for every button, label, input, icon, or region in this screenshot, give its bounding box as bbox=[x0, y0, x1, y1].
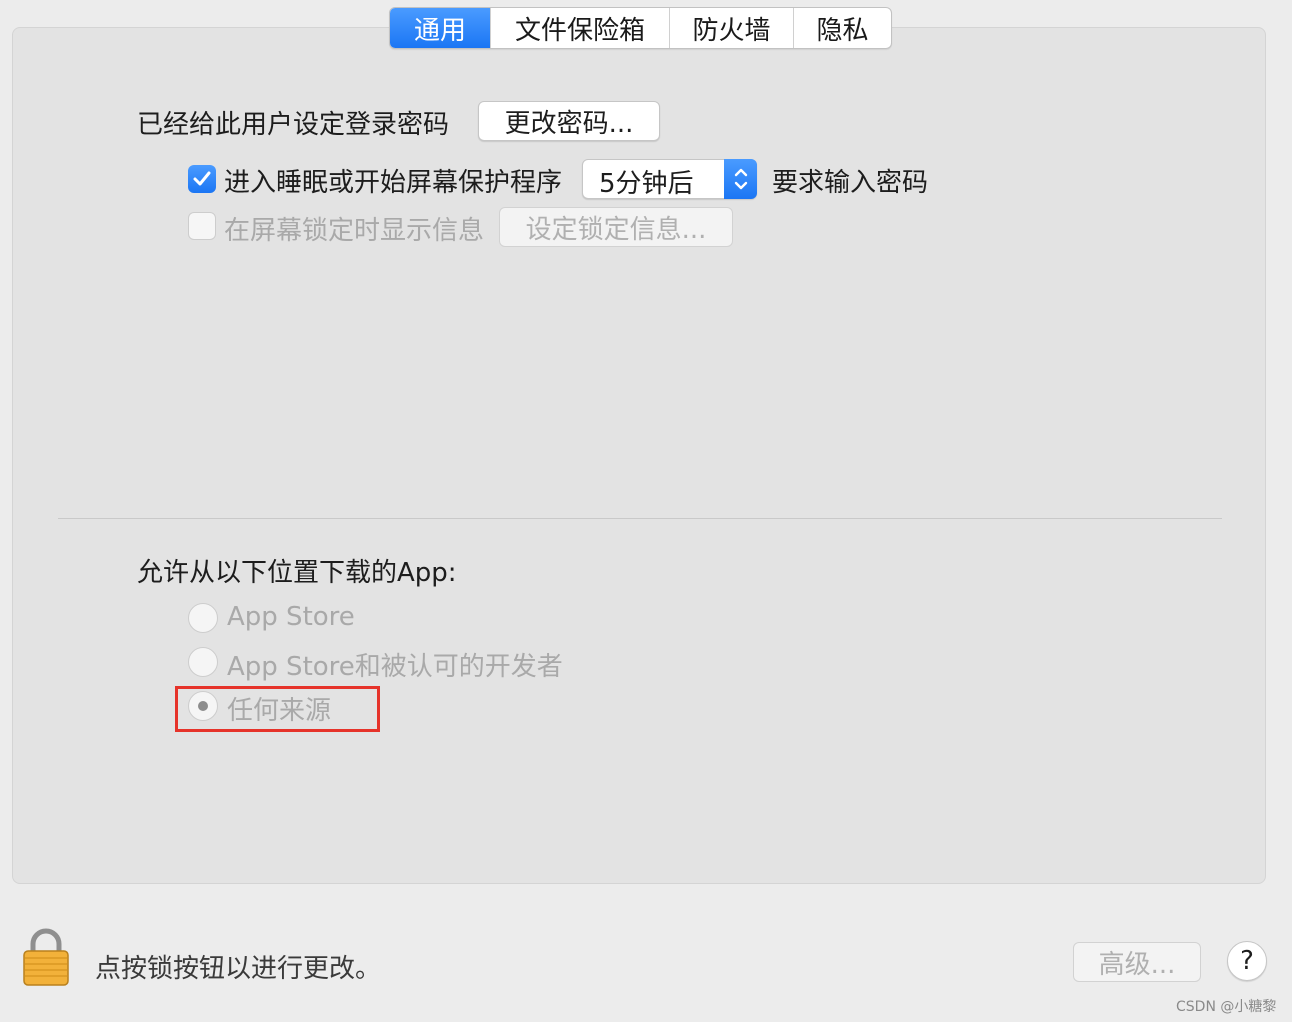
section-divider bbox=[58, 518, 1222, 519]
change-password-button[interactable]: 更改密码... bbox=[478, 101, 660, 141]
radio-app-store-identified-label: App Store和被认可的开发者 bbox=[227, 652, 563, 682]
tab-firewall[interactable]: 防火墙 bbox=[669, 8, 793, 48]
tab-bar: 通用 文件保险箱 防火墙 隐私 bbox=[389, 7, 892, 49]
checkmark-icon bbox=[193, 171, 211, 186]
require-password-suffix: 要求输入密码 bbox=[772, 168, 929, 198]
lock-icon[interactable] bbox=[22, 928, 70, 990]
radio-app-store-identified[interactable] bbox=[188, 647, 218, 677]
password-delay-select[interactable]: 5分钟后 bbox=[582, 159, 757, 199]
advanced-button[interactable]: 高级... bbox=[1073, 942, 1201, 982]
watermark: CSDN @小糖黎 bbox=[1176, 999, 1277, 1015]
tab-privacy[interactable]: 隐私 bbox=[793, 8, 891, 48]
radio-app-store[interactable] bbox=[188, 603, 218, 633]
tab-general[interactable]: 通用 bbox=[390, 8, 490, 48]
show-lock-message-checkbox[interactable] bbox=[188, 212, 216, 240]
require-password-checkbox[interactable] bbox=[188, 165, 216, 193]
help-button[interactable]: ? bbox=[1227, 941, 1267, 981]
settings-panel bbox=[12, 27, 1266, 884]
allow-downloads-heading: 允许从以下位置下载的App: bbox=[137, 558, 457, 588]
stepper-arrows-icon[interactable] bbox=[724, 159, 757, 199]
annotation-highlight-box bbox=[175, 686, 380, 732]
set-lock-message-button[interactable]: 设定锁定信息... bbox=[499, 207, 733, 247]
require-password-label: 进入睡眠或开始屏幕保护程序 bbox=[224, 168, 563, 198]
lock-hint-text: 点按锁按钮以进行更改。 bbox=[95, 954, 382, 984]
show-lock-message-label: 在屏幕锁定时显示信息 bbox=[224, 216, 485, 246]
password-delay-value: 5分钟后 bbox=[599, 169, 694, 199]
radio-app-store-label: App Store bbox=[227, 602, 355, 632]
tab-filevault[interactable]: 文件保险箱 bbox=[490, 8, 669, 48]
password-set-text: 已经给此用户设定登录密码 bbox=[137, 110, 450, 140]
